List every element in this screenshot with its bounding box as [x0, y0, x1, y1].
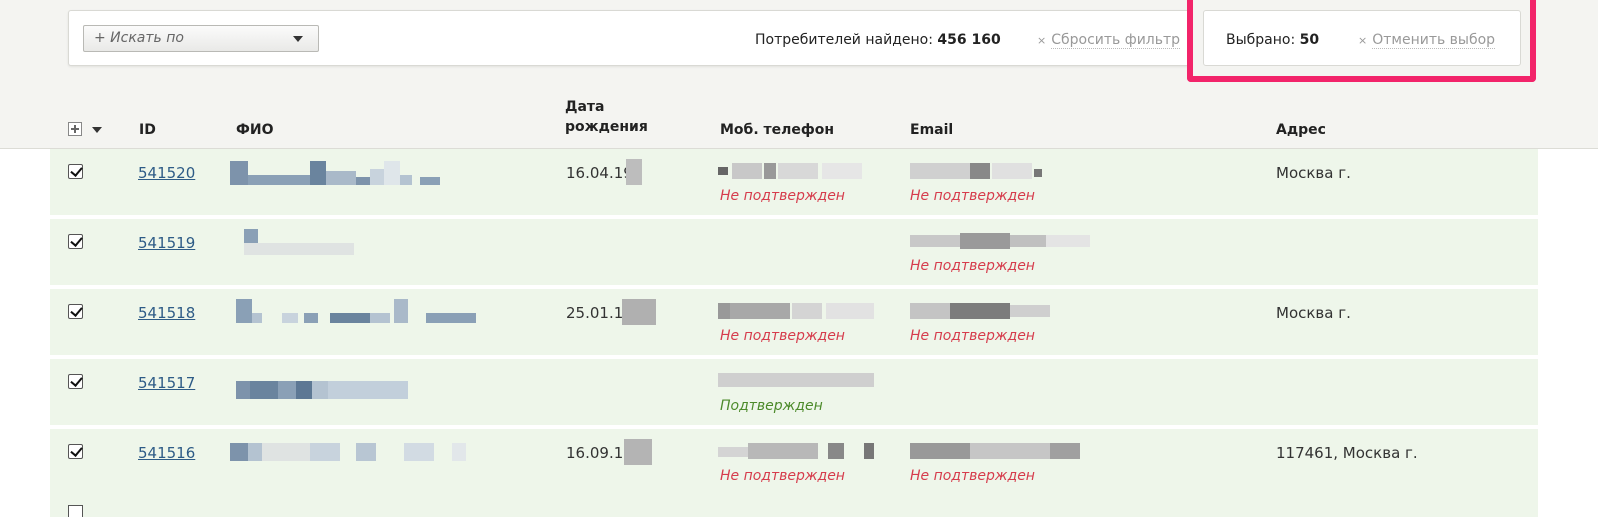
- row-checkbox[interactable]: [68, 444, 83, 459]
- email-redacted: [910, 443, 1090, 459]
- select-menu-chevron-icon[interactable]: [92, 127, 102, 133]
- row-name-redacted[interactable]: [230, 439, 470, 469]
- found-label: Потребителей найдено:: [755, 32, 933, 48]
- row-checkbox[interactable]: [68, 164, 83, 179]
- selected-count: 50: [1299, 32, 1320, 48]
- column-header-dob[interactable]: Дата рождения: [565, 97, 648, 137]
- phone-redacted: [718, 373, 874, 389]
- phone-status-unconfirmed: Не подтвержден: [720, 328, 845, 344]
- cancel-selection-button[interactable]: × Отменить выбор: [1358, 32, 1496, 49]
- column-header-id[interactable]: ID: [139, 120, 156, 140]
- search-by-label: + Искать по: [94, 30, 184, 46]
- cancel-selection-label: Отменить выбор: [1372, 32, 1496, 49]
- column-header-phone[interactable]: Моб. телефон: [720, 120, 834, 140]
- row-address: Москва г.: [1276, 164, 1351, 182]
- row-name-redacted[interactable]: [230, 369, 470, 399]
- phone-redacted: [718, 303, 874, 319]
- row-name-redacted[interactable]: [230, 229, 470, 259]
- reset-filter-label: Сбросить фильтр: [1051, 32, 1181, 49]
- row-dob: 25.01.1: [566, 304, 624, 322]
- row-dob: 16.09.1: [566, 444, 624, 462]
- row-id-link[interactable]: 541518: [138, 304, 195, 322]
- column-header-name[interactable]: ФИО: [236, 120, 274, 140]
- table-row[interactable]: 541517 Подтвержден: [50, 359, 1538, 427]
- selection-panel: Выбрано: 50 × Отменить выбор: [1203, 10, 1521, 66]
- table-row[interactable]: 541520 16.04.19 Не подтвержден Не подтве…: [50, 149, 1538, 217]
- row-id-link[interactable]: 541520: [138, 164, 195, 182]
- selection-highlight: Выбрано: 50 × Отменить выбор: [1187, 0, 1536, 82]
- search-by-dropdown[interactable]: + Искать по: [83, 25, 319, 52]
- row-checkbox[interactable]: [68, 374, 83, 389]
- found-counter: Потребителей найдено: 456 160: [755, 32, 1001, 48]
- row-checkbox[interactable]: [68, 505, 83, 517]
- table-row[interactable]: 541518 25.01.1 Не подтвержден Не подтвер…: [50, 289, 1538, 357]
- dob-redaction: [624, 439, 652, 465]
- reset-filter-button[interactable]: × Сбросить фильтр: [1037, 32, 1181, 49]
- email-status-unconfirmed: Не подтвержден: [910, 468, 1035, 484]
- chevron-down-icon: [293, 36, 303, 42]
- selected-label: Выбрано:: [1226, 32, 1296, 48]
- row-address: 117461, Москва г.: [1276, 444, 1418, 462]
- email-status-unconfirmed: Не подтвержден: [910, 328, 1035, 344]
- column-header-email[interactable]: Email: [910, 120, 953, 140]
- selected-counter: Выбрано: 50: [1226, 32, 1319, 48]
- row-id-link[interactable]: 541516: [138, 444, 195, 462]
- filter-bar: + Искать по Потребителей найдено: 456 16…: [68, 10, 1190, 66]
- table-header: ID ФИО Дата рождения Моб. телефон Email …: [0, 90, 1598, 148]
- email-status-unconfirmed: Не подтвержден: [910, 188, 1035, 204]
- table-row[interactable]: 541519 Не подтвержден: [50, 219, 1538, 287]
- phone-status-confirmed: Подтвержден: [720, 398, 823, 414]
- dob-redaction: [622, 299, 656, 325]
- email-redacted: [910, 163, 1090, 179]
- dob-redaction: [626, 159, 642, 185]
- column-header-dob-line2: рождения: [565, 119, 648, 135]
- row-id-link[interactable]: 541517: [138, 374, 195, 392]
- email-redacted: [910, 233, 1090, 249]
- row-name-redacted[interactable]: [230, 159, 470, 189]
- row-name-redacted[interactable]: [230, 299, 476, 329]
- email-redacted: [910, 303, 1090, 319]
- phone-redacted: [718, 443, 874, 459]
- row-checkbox[interactable]: [68, 304, 83, 319]
- row-id-link[interactable]: 541519: [138, 234, 195, 252]
- phone-status-unconfirmed: Не подтвержден: [720, 468, 845, 484]
- table-row-partial[interactable]: [50, 493, 1538, 517]
- close-icon: ×: [1037, 34, 1047, 47]
- expand-all-icon[interactable]: [68, 122, 82, 136]
- row-address: Москва г.: [1276, 304, 1351, 322]
- email-status-unconfirmed: Не подтвержден: [910, 258, 1035, 274]
- phone-redacted: [718, 163, 874, 179]
- row-checkbox[interactable]: [68, 234, 83, 249]
- phone-status-unconfirmed: Не подтвержден: [720, 188, 845, 204]
- column-header-address[interactable]: Адрес: [1276, 120, 1326, 140]
- close-icon: ×: [1358, 34, 1368, 47]
- row-dob: 16.04.19: [566, 164, 633, 182]
- found-count: 456 160: [937, 32, 1001, 48]
- column-header-dob-line1: Дата: [565, 99, 605, 115]
- table-row[interactable]: 541516 16.09.1 Не подтвержден Не подтвер…: [50, 429, 1538, 497]
